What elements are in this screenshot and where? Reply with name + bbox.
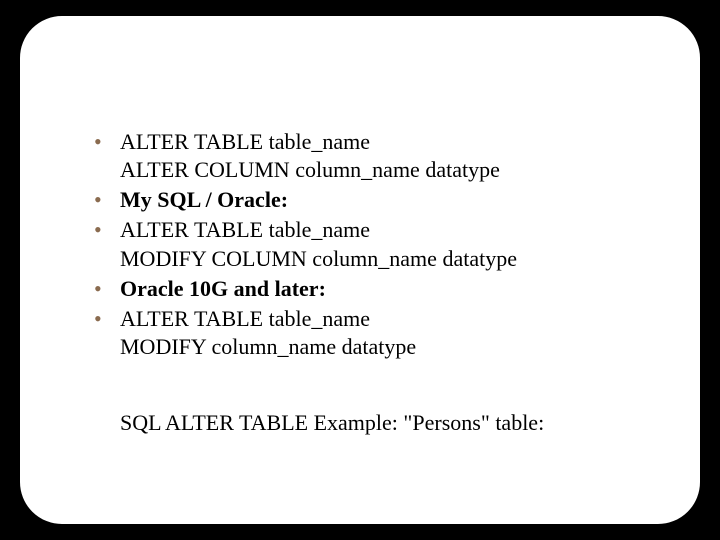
- list-item: Oracle 10G and later:: [94, 275, 640, 303]
- list-text-line2: MODIFY column_name datatype: [120, 334, 416, 359]
- list-text-line1: ALTER TABLE table_name: [120, 217, 370, 242]
- list-item: My SQL / Oracle:: [94, 186, 640, 214]
- list-text-line2: ALTER COLUMN column_name datatype: [120, 157, 500, 182]
- list-item: ALTER TABLE table_name MODIFY COLUMN col…: [94, 216, 640, 272]
- slide-frame: ALTER TABLE table_name ALTER COLUMN colu…: [18, 14, 702, 526]
- list-text-line1: ALTER TABLE table_name: [120, 306, 370, 331]
- list-text-line2: MODIFY COLUMN column_name datatype: [120, 246, 517, 271]
- bullet-list: ALTER TABLE table_name ALTER COLUMN colu…: [94, 128, 640, 363]
- list-text-line1: Oracle 10G and later:: [120, 276, 326, 301]
- footer-text: SQL ALTER TABLE Example: "Persons" table…: [120, 410, 544, 436]
- list-text-line1: My SQL / Oracle:: [120, 187, 288, 212]
- list-item: ALTER TABLE table_name MODIFY column_nam…: [94, 305, 640, 361]
- list-item: ALTER TABLE table_name ALTER COLUMN colu…: [94, 128, 640, 184]
- list-text-line1: ALTER TABLE table_name: [120, 129, 370, 154]
